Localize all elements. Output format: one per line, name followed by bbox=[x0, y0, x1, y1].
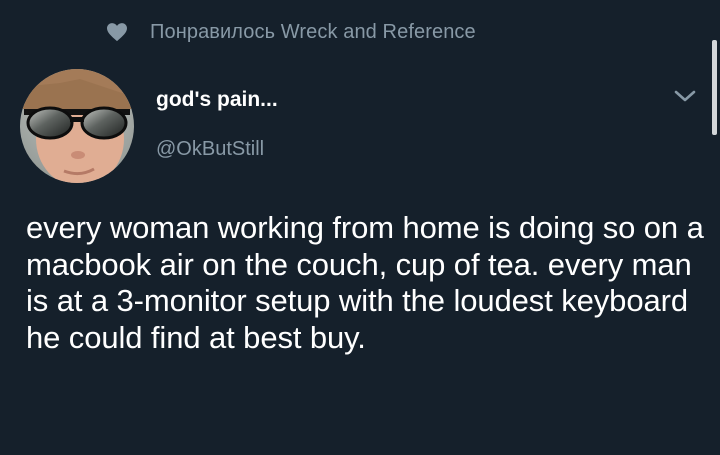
liked-by-banner[interactable]: Понравилось Wreck and Reference bbox=[106, 18, 476, 46]
liked-by-text: Понравилось Wreck and Reference bbox=[150, 20, 476, 43]
avatar[interactable] bbox=[20, 69, 134, 183]
tweet-text: every woman working from home is doing s… bbox=[26, 210, 704, 355]
heart-icon bbox=[106, 22, 128, 42]
chevron-down-icon[interactable] bbox=[672, 86, 698, 106]
author-handle[interactable]: @OkButStill bbox=[156, 138, 264, 161]
author-display-name[interactable]: god's pain... bbox=[156, 88, 278, 112]
scrollbar[interactable] bbox=[712, 40, 717, 135]
